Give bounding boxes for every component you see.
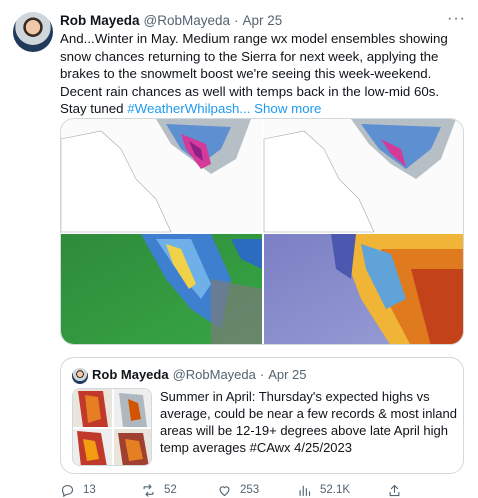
heart-icon bbox=[219, 485, 230, 496]
avatar[interactable] bbox=[13, 12, 53, 52]
quote-author-name: Rob Mayeda bbox=[92, 367, 169, 382]
quoted-tweet[interactable]: Rob Mayeda @RobMayeda · Apr 25 Summer in bbox=[60, 357, 464, 474]
hashtag-link[interactable]: #WeatherWhilpash... bbox=[127, 101, 250, 116]
like-button[interactable]: 253 bbox=[217, 483, 259, 498]
tweet-text: And...Winter in May. Medium range wx mod… bbox=[60, 30, 464, 118]
separator: · bbox=[234, 12, 239, 28]
quote-timestamp: Apr 25 bbox=[268, 367, 307, 382]
like-count: 253 bbox=[240, 484, 260, 496]
author-name[interactable]: Rob Mayeda bbox=[60, 13, 140, 28]
reply-count: 13 bbox=[83, 484, 96, 496]
quote-header: Rob Mayeda @RobMayeda · Apr 25 bbox=[92, 367, 307, 382]
share-button[interactable] bbox=[387, 483, 402, 498]
more-icon[interactable]: ··· bbox=[447, 10, 466, 28]
views-count: 52.1K bbox=[320, 484, 351, 496]
quote-thumbnail bbox=[72, 388, 152, 466]
reply-icon bbox=[61, 484, 74, 497]
action-bar: 13 52 253 52.1K bbox=[60, 482, 470, 498]
quote-text: Summer in April: Thursday's expected hig… bbox=[160, 389, 458, 455]
views-button[interactable]: 52.1K bbox=[297, 483, 350, 498]
quote-author-handle: @RobMayeda bbox=[172, 367, 256, 382]
share-icon bbox=[389, 484, 400, 496]
author-handle[interactable]: @RobMayeda bbox=[144, 13, 231, 28]
quote-avatar bbox=[72, 368, 88, 384]
retweet-button[interactable]: 52 bbox=[141, 483, 177, 498]
views-icon bbox=[299, 485, 311, 496]
media-grid[interactable] bbox=[60, 118, 464, 345]
retweet-icon bbox=[143, 483, 154, 497]
retweet-count: 52 bbox=[164, 484, 177, 496]
tweet-header: Rob Mayeda @RobMayeda · Apr 25 bbox=[60, 11, 282, 29]
reply-button[interactable]: 13 bbox=[60, 483, 96, 498]
show-more-link[interactable]: Show more bbox=[254, 101, 321, 116]
tweet[interactable]: Rob Mayeda @RobMayeda · Apr 25 ··· And..… bbox=[0, 0, 478, 498]
timestamp[interactable]: Apr 25 bbox=[243, 13, 283, 28]
weather-maps-image bbox=[61, 119, 463, 344]
quote-separator: · bbox=[259, 367, 265, 382]
